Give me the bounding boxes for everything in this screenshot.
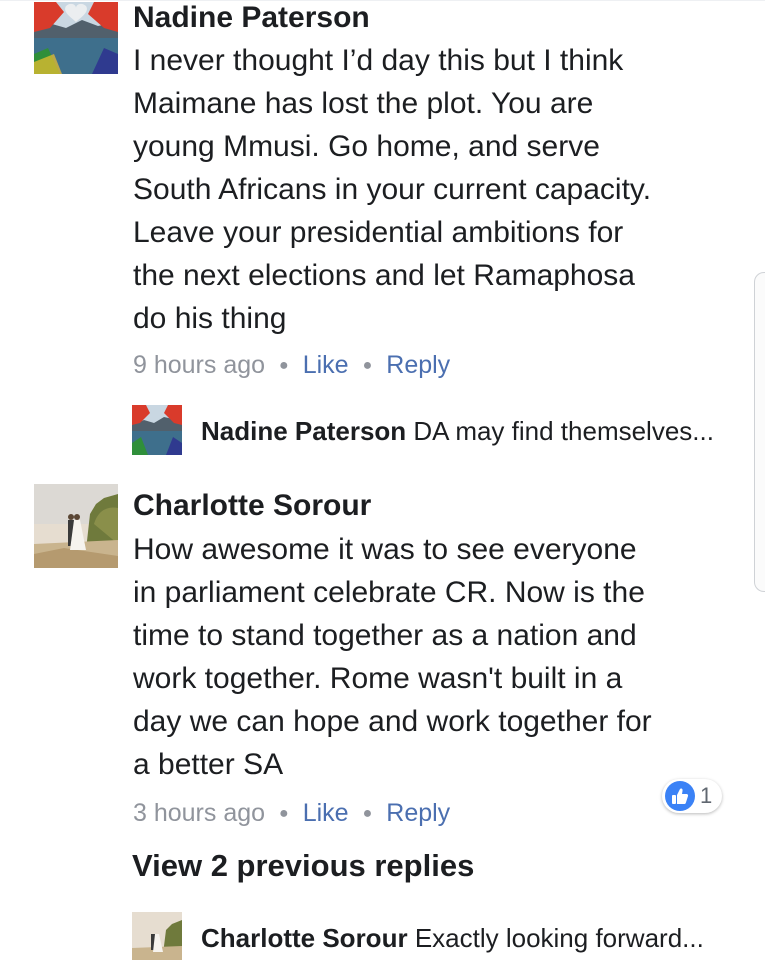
avatar-image <box>34 484 118 568</box>
reply-snippet: Exactly looking forward... <box>414 923 704 953</box>
reply-button[interactable]: Reply <box>386 351 450 379</box>
reply-snippet: DA may find themselves... <box>413 416 714 446</box>
separator-dot: ● <box>279 805 289 822</box>
reply-preview-text: Nadine Paterson DA may find themselves..… <box>201 415 714 447</box>
avatar <box>132 405 182 455</box>
avatar-image <box>132 405 182 455</box>
comment-meta: 9 hours ago ● Like ● Reply <box>133 349 450 382</box>
reply-preview[interactable]: Charlotte Sorour Exactly looking forward… <box>132 912 742 960</box>
reply-preview[interactable]: Nadine Paterson DA may find themselves..… <box>132 405 742 457</box>
comment-text: I never thought I’d day this but I think… <box>133 44 652 335</box>
comment-timestamp: 3 hours ago <box>133 799 266 827</box>
avatar <box>132 912 182 960</box>
avatar-image <box>132 912 182 960</box>
avatar[interactable] <box>34 484 118 568</box>
reaction-summary[interactable]: 1 <box>662 779 723 813</box>
separator-dot: ● <box>279 357 289 374</box>
comment-text: How awesome it was to see everyone in pa… <box>133 533 652 781</box>
comment-author[interactable]: Charlotte Sorour <box>133 488 743 524</box>
reply-preview-text: Charlotte Sorour Exactly looking forward… <box>201 922 704 954</box>
like-button[interactable]: Like <box>303 351 349 379</box>
separator-dot: ● <box>362 805 373 822</box>
avatar[interactable] <box>34 2 118 74</box>
reply-author[interactable]: Nadine Paterson <box>201 416 406 446</box>
scrollbar[interactable] <box>754 272 765 592</box>
reaction-count: 1 <box>700 783 713 808</box>
reply-author[interactable]: Charlotte Sorour <box>201 923 408 953</box>
avatar-image <box>34 2 118 74</box>
separator-dot: ● <box>362 357 373 374</box>
comment-meta: 3 hours ago ● Like ● Reply <box>133 797 450 830</box>
thumbs-up-icon <box>665 781 695 811</box>
comment-thread: Nadine Paterson I never thought I’d day … <box>0 0 765 960</box>
view-previous-replies-link[interactable]: View 2 previous replies <box>132 846 474 886</box>
comment-timestamp: 9 hours ago <box>133 351 266 379</box>
comment-author[interactable]: Nadine Paterson <box>133 0 743 36</box>
reply-button[interactable]: Reply <box>386 799 450 827</box>
like-button[interactable]: Like <box>303 799 349 827</box>
